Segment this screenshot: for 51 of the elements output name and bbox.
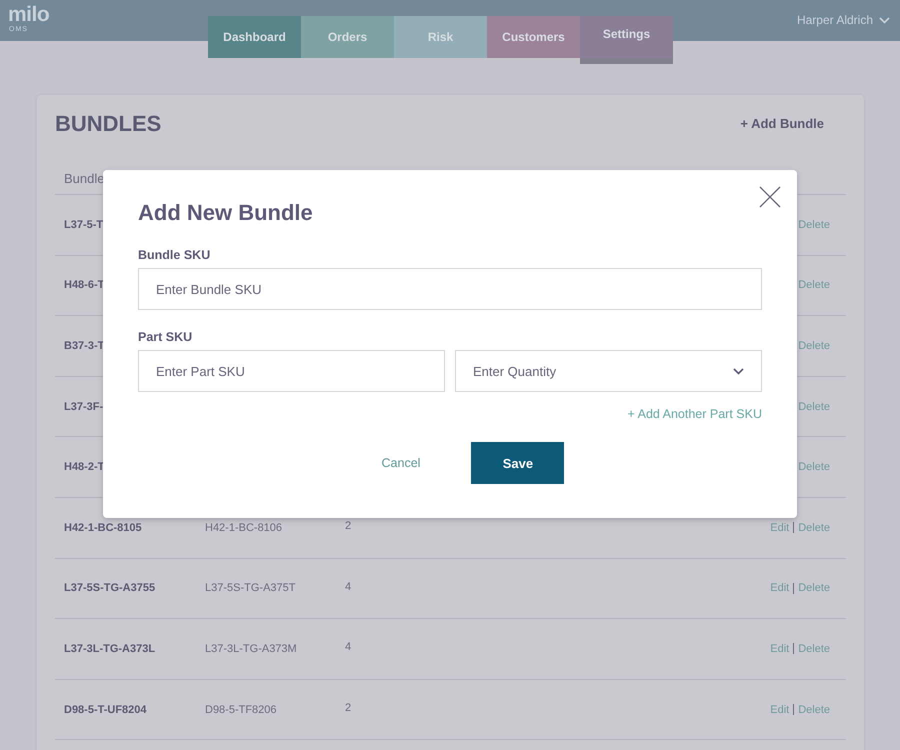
action-link[interactable]: Edit [770, 522, 790, 534]
table-cell: L37-3L-TG-A373M [205, 642, 297, 655]
table-cell: L37-5S-TG-A3755 [64, 582, 156, 594]
nav-tab[interactable]: Orders [301, 16, 394, 58]
action-link[interactable]: Edit [770, 642, 790, 655]
nav-tab[interactable]: Dashboard [208, 16, 301, 58]
cancel-button[interactable]: Cancel [376, 455, 426, 471]
action-link[interactable]: Edit [770, 582, 790, 594]
table-cell: L37-3L-TG-A373L [64, 642, 156, 655]
add-bundle-button[interactable]: + Add Bundle [734, 114, 830, 132]
action-link[interactable]: Delete [798, 279, 830, 292]
field-label: Part SKU [138, 330, 194, 344]
dialog-title: Add New Bundle [138, 200, 314, 226]
page-title: BUNDLES [55, 111, 162, 137]
table-cell: B37-3-T [64, 340, 104, 352]
action-link[interactable]: Delete [798, 461, 830, 474]
nav-tab[interactable]: Customers [487, 16, 580, 58]
action-link[interactable]: Delete [798, 704, 830, 716]
table-cell: L37-3F- [64, 400, 104, 413]
part-sku-field[interactable]: Enter Part SKU [138, 350, 445, 392]
save-button[interactable]: Save [471, 442, 564, 484]
table-cell: 4 [345, 580, 352, 593]
table-cell: L37-5S-TG-A375T [205, 582, 296, 594]
table-cell: H48-2-T [64, 461, 104, 474]
chevron-down-icon [733, 368, 744, 374]
table-cell: H42-1-BC-8106 [205, 522, 282, 534]
action-link[interactable]: Delete [798, 642, 830, 655]
add-part-link[interactable]: + Add Another Part SKU [628, 407, 762, 421]
table-cell: D98-5-TF8206 [205, 704, 277, 716]
table-cell: 2 [345, 520, 352, 532]
action-link[interactable]: Delete [798, 218, 830, 231]
action-link[interactable]: Delete [798, 340, 830, 352]
action-link[interactable]: Delete [798, 522, 830, 534]
table-cell: D98-5-T-UF8204 [64, 704, 147, 716]
table-cell: 2 [345, 702, 352, 714]
quantity-dropdown[interactable]: Enter Quantity [455, 350, 762, 392]
bundle-sku-field[interactable]: Enter Bundle SKU [138, 268, 762, 310]
action-link[interactable]: Delete [798, 582, 830, 594]
action-link[interactable]: Edit [770, 704, 790, 716]
table-cell: 4 [345, 641, 352, 654]
action-link[interactable]: Delete [798, 400, 830, 413]
column-header: Bundle [64, 171, 104, 186]
close-icon[interactable] [759, 186, 781, 208]
nav-tab[interactable]: Risk [394, 16, 487, 58]
field-label: Bundle SKU [138, 248, 212, 262]
nav-tab[interactable]: Settings [580, 16, 673, 64]
logo[interactable]: milo [8, 4, 50, 26]
table-cell: H42-1-BC-8105 [64, 522, 142, 534]
user-name[interactable]: Harper Aldrich [796, 13, 873, 27]
table-cell: H48-6-T [64, 279, 104, 292]
table-cell: L37-5-T [64, 218, 104, 231]
